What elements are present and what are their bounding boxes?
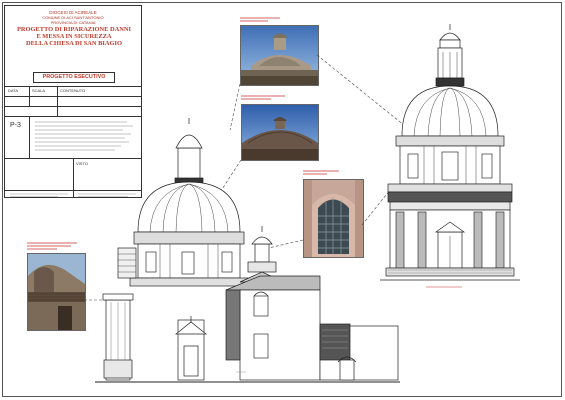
- content-field-label: CONTENUTO: [60, 88, 86, 93]
- divider: [5, 190, 141, 191]
- divider: [5, 86, 141, 87]
- dome-detail-image: [242, 105, 318, 160]
- divider: [57, 86, 58, 116]
- design-team-notes: [35, 119, 139, 155]
- title-block: DIOCESI DI ACIREALE COMUNE DI ACI SANT'A…: [4, 5, 142, 198]
- divider: [5, 116, 141, 117]
- photo-side-building: [27, 253, 86, 331]
- photo-dome-exterior: [240, 25, 319, 86]
- project-title-line-3: DELLA CHIESA DI SAN BIAGIO: [26, 40, 122, 48]
- photo-dome-detail: [241, 104, 319, 161]
- date-field-label: DATA: [8, 88, 19, 93]
- scale-field-label: SCALA: [32, 88, 46, 93]
- divider: [5, 106, 141, 107]
- photo-window: [303, 179, 364, 258]
- divider: [5, 96, 141, 97]
- window-image: [304, 180, 363, 257]
- project-title-line-1: PROGETTO DI RIPARAZIONE DANNI: [17, 26, 131, 33]
- divider: [29, 86, 30, 106]
- sheet-number: P-3: [10, 122, 21, 129]
- side-building-image: [28, 254, 85, 330]
- footer-text-lines: [10, 193, 136, 197]
- province-label: PROVINCIA DI CATANIA: [50, 20, 96, 25]
- design-team-text-lines: [35, 121, 133, 151]
- checked-field-label: VISTO: [76, 161, 88, 166]
- project-stage-label: PROGETTO ESECUTIVO: [33, 72, 115, 83]
- project-title: PROGETTO DI RIPARAZIONE DANNI E MESSA IN…: [9, 26, 139, 48]
- divider: [29, 116, 30, 158]
- dome-exterior-image: [241, 26, 318, 85]
- project-title-line-2: E MESSA IN SICUREZZA: [36, 33, 112, 41]
